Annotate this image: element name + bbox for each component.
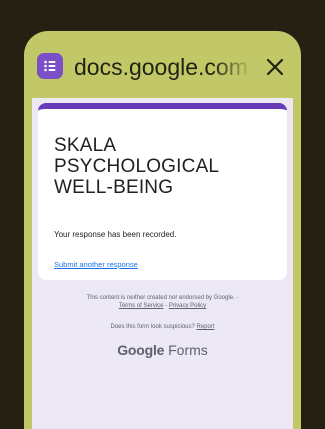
report-link[interactable]: Report xyxy=(197,324,215,330)
tab-header: docs.google.com xyxy=(24,31,301,98)
browser-tab-card[interactable]: docs.google.com SKALA PSYCHOLOGICAL WELL… xyxy=(24,31,301,429)
form-response-card: SKALA PSYCHOLOGICAL WELL-BEING Your resp… xyxy=(38,103,287,280)
page-content: SKALA PSYCHOLOGICAL WELL-BEING Your resp… xyxy=(32,98,293,429)
brand-forms: Forms xyxy=(168,342,208,358)
submit-another-response-link[interactable]: Submit another response xyxy=(54,260,138,270)
terms-of-service-link[interactable]: Terms of Service xyxy=(119,303,164,309)
google-forms-logo[interactable]: Google Forms xyxy=(42,341,283,359)
google-forms-icon xyxy=(37,53,63,79)
form-title: SKALA PSYCHOLOGICAL WELL-BEING xyxy=(54,135,219,198)
confirmation-message: Your response has been recorded. xyxy=(54,230,177,239)
suspicious-text: Does this form look suspicious? xyxy=(110,324,195,330)
privacy-policy-link[interactable]: Privacy Policy xyxy=(169,303,206,309)
policy-links: Terms of Service - Privacy Policy xyxy=(42,302,283,310)
disclaimer-text: This content is neither created nor endo… xyxy=(86,295,239,301)
brand-google: Google xyxy=(117,342,165,358)
close-tab-button[interactable] xyxy=(258,50,292,84)
close-icon xyxy=(266,58,284,76)
disclaimer: This content is neither created nor endo… xyxy=(42,294,283,310)
report-row: Does this form look suspicious? Report xyxy=(42,323,283,331)
tab-url: docs.google.com xyxy=(74,54,248,80)
